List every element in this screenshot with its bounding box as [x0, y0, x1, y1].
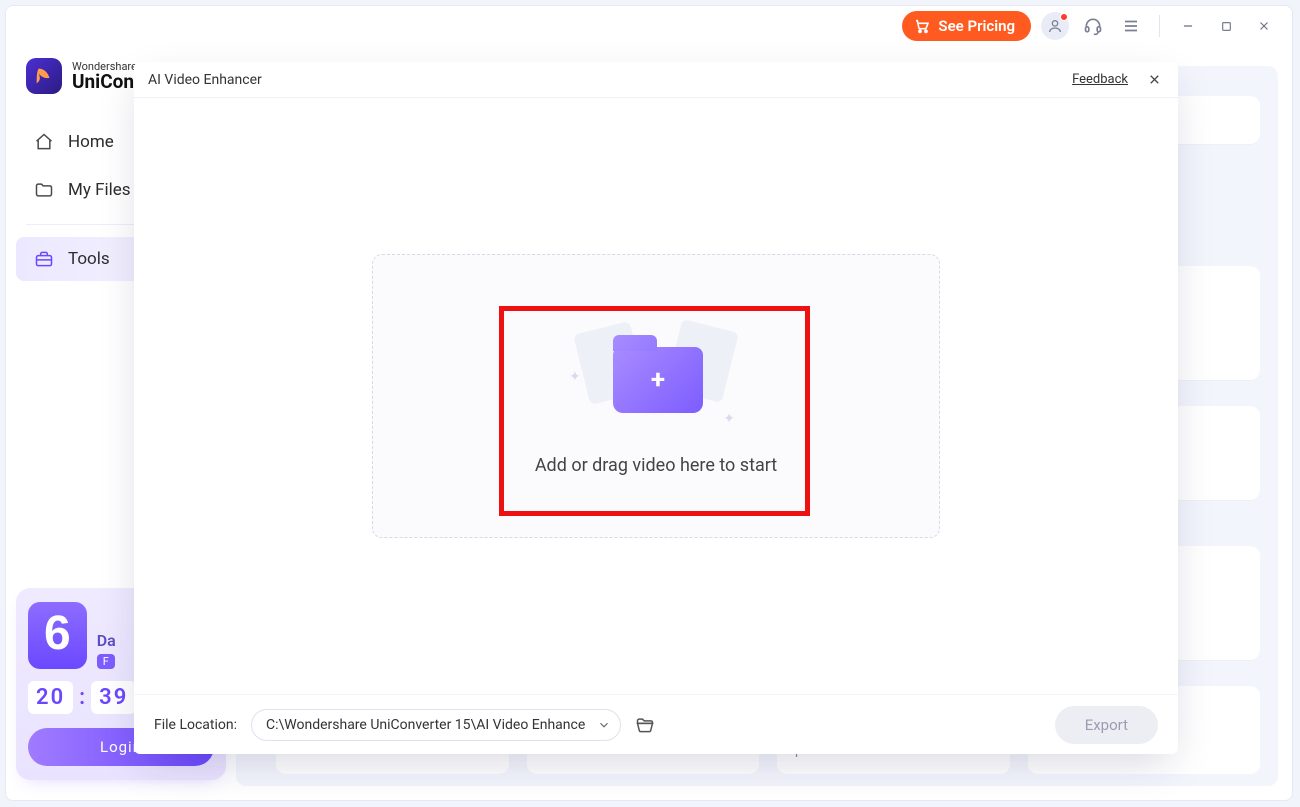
sparkle-icon: ✦ — [569, 369, 581, 385]
minimize-button[interactable] — [1174, 12, 1202, 40]
sidebar-item-label: My Files — [68, 180, 131, 200]
menu-icon — [1122, 17, 1140, 35]
modal-footer: File Location: Export — [134, 694, 1178, 754]
promo-timer-colon: : — [79, 685, 85, 710]
dropzone-illustration: + ✦ ✦ — [571, 317, 741, 427]
close-window-button[interactable] — [1250, 12, 1278, 40]
logo-mark-icon — [26, 58, 62, 94]
chevron-down-icon — [597, 715, 611, 735]
video-dropzone[interactable]: + ✦ ✦ Add or drag video here to start — [372, 254, 940, 538]
file-location-combo[interactable] — [251, 709, 621, 741]
see-pricing-button[interactable]: See Pricing — [902, 11, 1031, 41]
modal-body: + ✦ ✦ Add or drag video here to start — [134, 98, 1178, 694]
notification-dot-icon — [1060, 13, 1068, 21]
file-location-label: File Location: — [154, 717, 237, 733]
promo-days-unit: Da — [97, 631, 116, 650]
open-folder-button[interactable] — [635, 715, 655, 735]
promo-f-badge: F — [97, 654, 115, 669]
promo-timer-minutes: 39 — [91, 681, 136, 714]
promo-timer-hours: 20 — [28, 681, 73, 714]
close-icon — [1147, 72, 1162, 87]
hamburger-menu-button[interactable] — [1117, 12, 1145, 40]
modal-header: AI Video Enhancer Feedback — [134, 62, 1178, 98]
toolbox-icon — [34, 249, 54, 269]
close-icon — [1257, 19, 1271, 33]
maximize-icon — [1220, 20, 1233, 33]
support-button[interactable] — [1079, 12, 1107, 40]
modal-close-button[interactable] — [1144, 70, 1164, 90]
dropzone-text: Add or drag video here to start — [535, 455, 777, 476]
titlebar-divider — [1159, 15, 1160, 37]
promo-days-box: 6 — [28, 602, 87, 669]
promo-days-number: 6 — [44, 606, 71, 661]
see-pricing-label: See Pricing — [938, 17, 1015, 35]
modal-title: AI Video Enhancer — [148, 72, 262, 88]
file-location-input[interactable] — [251, 709, 621, 741]
folder-icon — [34, 180, 54, 200]
sparkle-icon: ✦ — [723, 411, 735, 427]
maximize-button[interactable] — [1212, 12, 1240, 40]
add-folder-icon: + — [613, 347, 703, 413]
sidebar-item-label: Tools — [68, 249, 110, 269]
minimize-icon — [1181, 19, 1195, 33]
ai-video-enhancer-modal: AI Video Enhancer Feedback + ✦ ✦ Add or … — [134, 62, 1178, 754]
app-window: See Pricing — [5, 5, 1293, 801]
feedback-link[interactable]: Feedback — [1072, 72, 1128, 87]
cart-icon — [914, 18, 930, 34]
titlebar: See Pricing — [6, 6, 1292, 46]
user-icon — [1047, 18, 1063, 34]
headset-icon — [1083, 16, 1103, 36]
sidebar-item-label: Home — [68, 132, 114, 152]
folder-open-icon — [635, 715, 655, 735]
home-icon — [34, 132, 54, 152]
account-button[interactable] — [1041, 12, 1069, 40]
export-button[interactable]: Export — [1055, 706, 1158, 744]
